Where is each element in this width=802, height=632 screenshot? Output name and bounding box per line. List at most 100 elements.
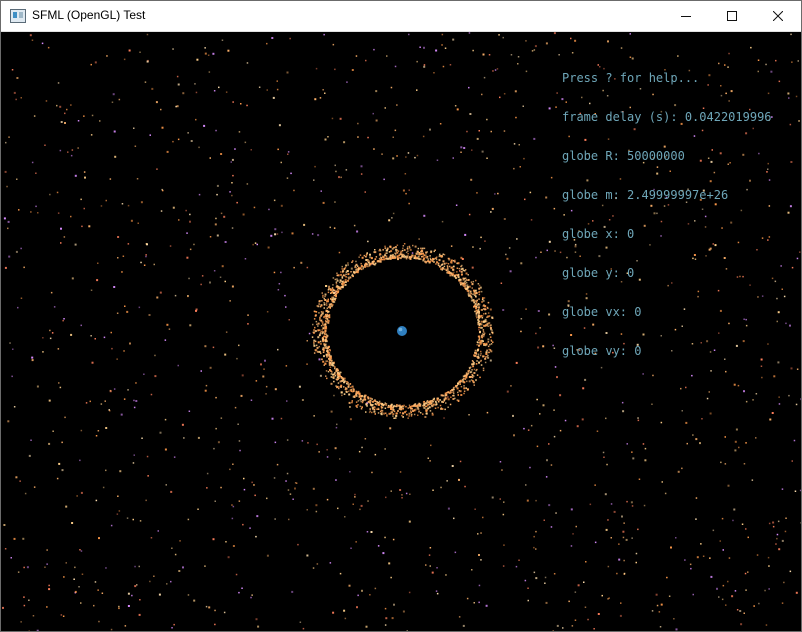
particle [316,305,318,307]
particle [88,225,91,228]
particle [386,247,389,250]
title-bar[interactable]: SFML (OpenGL) Test [1,1,801,32]
particle [620,602,622,604]
particle [57,82,60,84]
particle [392,415,394,417]
particle [422,413,424,415]
particle [371,471,373,474]
particle [526,499,529,502]
particle [216,234,219,237]
particle [334,278,337,281]
particle [332,43,335,46]
particle [558,54,560,56]
close-button[interactable] [755,1,801,31]
particle [318,451,320,453]
particle [290,172,292,175]
particle [5,141,7,144]
particle [221,39,224,41]
particle [375,90,378,93]
particle [255,380,258,382]
particle [264,359,266,362]
particle [468,213,471,216]
particle [477,314,480,317]
particle [751,479,754,481]
render-viewport[interactable]: Press ? for help... frame delay (s): 0.0… [1,32,801,631]
particle [338,176,340,179]
particle [709,412,712,415]
particle [313,339,316,342]
particle [209,281,211,284]
particle [361,589,363,592]
particle [280,271,282,274]
particle [365,255,367,258]
particle [449,64,452,66]
minimize-button[interactable] [663,1,709,31]
particle [727,580,729,583]
particle [90,134,93,136]
particle [473,299,475,302]
particle [347,276,350,279]
particle [475,369,477,372]
particle [519,166,521,168]
particle [433,72,435,74]
particle [621,515,623,518]
particle [374,258,377,260]
particle [220,153,223,155]
particle [489,349,491,351]
particle [63,576,65,578]
particle [278,124,281,127]
particle [344,278,347,281]
particle [545,601,548,604]
particle [216,184,219,187]
particle [604,493,607,496]
particle [351,401,353,404]
particle [454,259,456,262]
particle [490,343,493,345]
particle [355,390,358,393]
particle [460,394,463,396]
particle [441,220,444,223]
particle [343,386,345,388]
particle [330,373,333,375]
particle [287,489,290,491]
particle [481,93,483,96]
particle [397,404,400,407]
particle [372,261,374,263]
particle [340,271,342,273]
particle [200,283,202,286]
particle [404,411,406,414]
particle [452,389,454,391]
particle [709,557,711,559]
particle [465,272,468,275]
particle [515,565,518,568]
particle [360,408,363,410]
particle [322,294,324,297]
particle [503,501,505,503]
particle [498,34,500,36]
maximize-button[interactable] [709,1,755,31]
particle [195,118,197,121]
particle [260,363,262,366]
particle [365,259,368,261]
particle [324,326,326,328]
particle [133,399,135,402]
particle [447,406,449,408]
particle [489,359,492,362]
particle [425,254,427,256]
particle [574,619,577,621]
particle [326,300,329,303]
particle [418,404,420,406]
particle [469,113,472,115]
particle [362,266,365,268]
particle [12,348,14,350]
particle [393,603,395,606]
particle [145,254,147,256]
particle [334,68,336,71]
particle [372,404,374,406]
particle [278,283,281,285]
particle [326,350,328,352]
particle [286,472,289,475]
particle [225,541,227,543]
particle [176,105,179,108]
particle [60,121,63,123]
